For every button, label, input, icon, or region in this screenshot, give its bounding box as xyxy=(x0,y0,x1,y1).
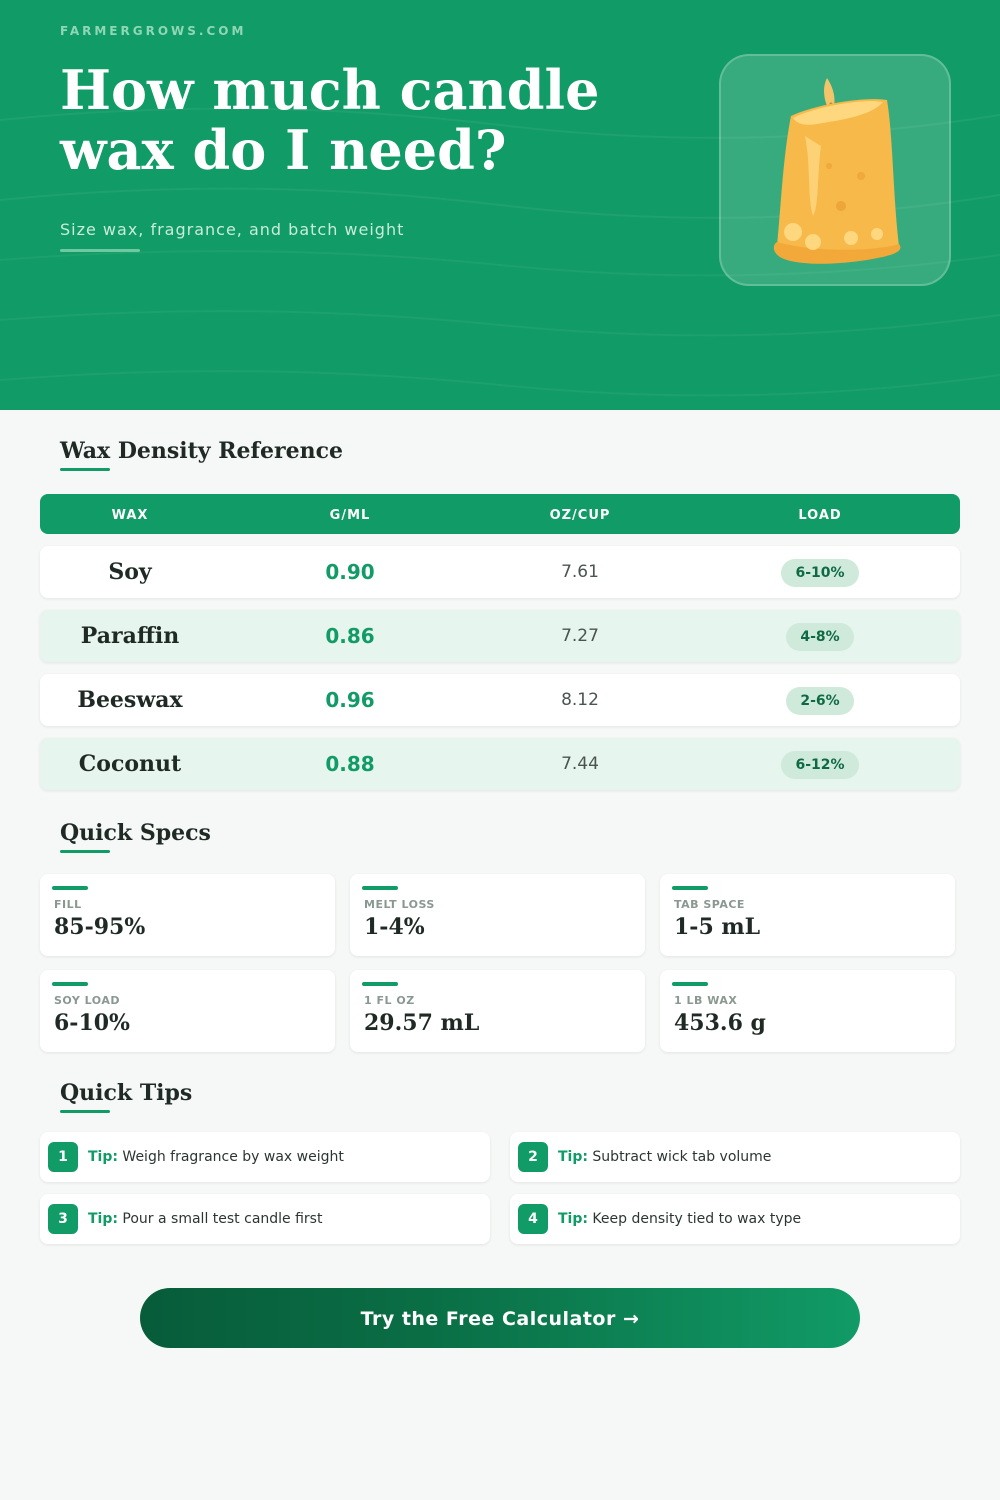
table-row: Soy 0.90 7.61 6-10% xyxy=(40,546,960,598)
column-header-ozcup: OZ/CUP xyxy=(549,508,611,523)
density-ozcup: 7.27 xyxy=(561,626,599,646)
spec-card-fill: FILL 85-95% xyxy=(40,874,335,956)
density-ozcup: 7.44 xyxy=(561,754,599,774)
density-gml: 0.96 xyxy=(325,688,375,712)
spec-value: 29.57 mL xyxy=(364,1010,480,1036)
tip-body: Pour a small test candle first xyxy=(122,1211,323,1227)
tip-prefix: Tip: xyxy=(558,1149,588,1165)
tip-number-badge: 1 xyxy=(48,1142,78,1172)
tip-body: Keep density tied to wax type xyxy=(592,1211,802,1227)
spec-value: 85-95% xyxy=(54,914,146,940)
tip-number-badge: 2 xyxy=(518,1142,548,1172)
site-name: FARMERGROWS.COM xyxy=(60,24,247,38)
load-badge: 2-6% xyxy=(786,686,854,715)
tip-number-badge: 4 xyxy=(518,1204,548,1234)
density-gml: 0.90 xyxy=(325,560,375,584)
spec-label: SOY LOAD xyxy=(54,994,120,1007)
spec-card-soy-load: SOY LOAD 6-10% xyxy=(40,970,335,1052)
spec-value: 1-5 mL xyxy=(674,914,761,940)
tip-card: 3 Tip: Pour a small test candle first xyxy=(40,1194,490,1244)
spec-value: 6-10% xyxy=(54,1010,130,1036)
tip-body: Weigh fragrance by wax weight xyxy=(122,1149,344,1165)
spec-value: 453.6 g xyxy=(674,1010,766,1036)
column-header-gml: G/ML xyxy=(329,508,371,523)
spec-accent-bar xyxy=(52,886,88,890)
table-row: Coconut 0.88 7.44 6-12% xyxy=(40,738,960,790)
melting-candle-icon xyxy=(773,78,901,264)
tip-body: Subtract wick tab volume xyxy=(592,1149,772,1165)
spec-accent-bar xyxy=(672,982,708,986)
wax-name: Soy xyxy=(108,559,152,585)
density-title-underline xyxy=(60,468,110,471)
subtitle-underline xyxy=(60,249,140,252)
tip-card: 1 Tip: Weigh fragrance by wax weight xyxy=(40,1132,490,1182)
density-table-header: WAX G/ML OZ/CUP LOAD xyxy=(40,494,960,534)
tips-section-title: Quick Tips xyxy=(60,1080,193,1106)
tip-text: Tip: Keep density tied to wax type xyxy=(558,1194,801,1244)
spec-label: TAB SPACE xyxy=(674,898,745,911)
density-gml: 0.88 xyxy=(325,752,375,776)
spec-accent-bar xyxy=(672,886,708,890)
wax-name: Coconut xyxy=(78,751,182,777)
specs-section-title: Quick Specs xyxy=(60,820,211,846)
table-row: Paraffin 0.86 7.27 4-8% xyxy=(40,610,960,662)
page-title: How much candle wax do I need? xyxy=(60,58,600,182)
spec-card-lb-wax: 1 LB WAX 453.6 g xyxy=(660,970,955,1052)
spec-label: MELT LOSS xyxy=(364,898,435,911)
tip-number-badge: 3 xyxy=(48,1204,78,1234)
tip-prefix: Tip: xyxy=(88,1149,118,1165)
spec-accent-bar xyxy=(362,886,398,890)
wax-name: Beeswax xyxy=(77,687,183,713)
spec-value: 1-4% xyxy=(364,914,425,940)
page-subtitle: Size wax, fragrance, and batch weight xyxy=(60,220,405,239)
density-gml: 0.86 xyxy=(325,624,375,648)
density-ozcup: 7.61 xyxy=(561,562,599,582)
tip-text: Tip: Pour a small test candle first xyxy=(88,1194,322,1244)
spec-card-fl-oz: 1 FL OZ 29.57 mL xyxy=(350,970,645,1052)
illustration-card xyxy=(719,54,951,286)
tip-prefix: Tip: xyxy=(558,1211,588,1227)
table-row: Beeswax 0.96 8.12 2-6% xyxy=(40,674,960,726)
column-header-wax: WAX xyxy=(111,508,149,523)
spec-card-melt-loss: MELT LOSS 1-4% xyxy=(350,874,645,956)
tip-card: 2 Tip: Subtract wick tab volume xyxy=(510,1132,960,1182)
wax-name: Paraffin xyxy=(80,623,180,649)
free-calculator-button[interactable]: Try the Free Calculator → xyxy=(140,1288,860,1348)
load-badge: 6-10% xyxy=(781,558,859,587)
tip-text: Tip: Weigh fragrance by wax weight xyxy=(88,1132,344,1182)
tip-prefix: Tip: xyxy=(88,1211,118,1227)
density-section-title: Wax Density Reference xyxy=(60,438,343,464)
load-badge: 6-12% xyxy=(781,750,859,779)
spec-label: 1 LB WAX xyxy=(674,994,738,1007)
hero-banner: FARMERGROWS.COM How much candle wax do I… xyxy=(0,0,1000,410)
load-badge: 4-8% xyxy=(786,622,854,651)
tips-title-underline xyxy=(60,1110,110,1113)
specs-title-underline xyxy=(60,850,110,853)
spec-accent-bar xyxy=(52,982,88,986)
tip-card: 4 Tip: Keep density tied to wax type xyxy=(510,1194,960,1244)
spec-card-tab-space: TAB SPACE 1-5 mL xyxy=(660,874,955,956)
spec-accent-bar xyxy=(362,982,398,986)
density-ozcup: 8.12 xyxy=(561,690,599,710)
tip-text: Tip: Subtract wick tab volume xyxy=(558,1132,771,1182)
spec-label: FILL xyxy=(54,898,82,911)
spec-label: 1 FL OZ xyxy=(364,994,415,1007)
column-header-load: LOAD xyxy=(798,508,842,523)
